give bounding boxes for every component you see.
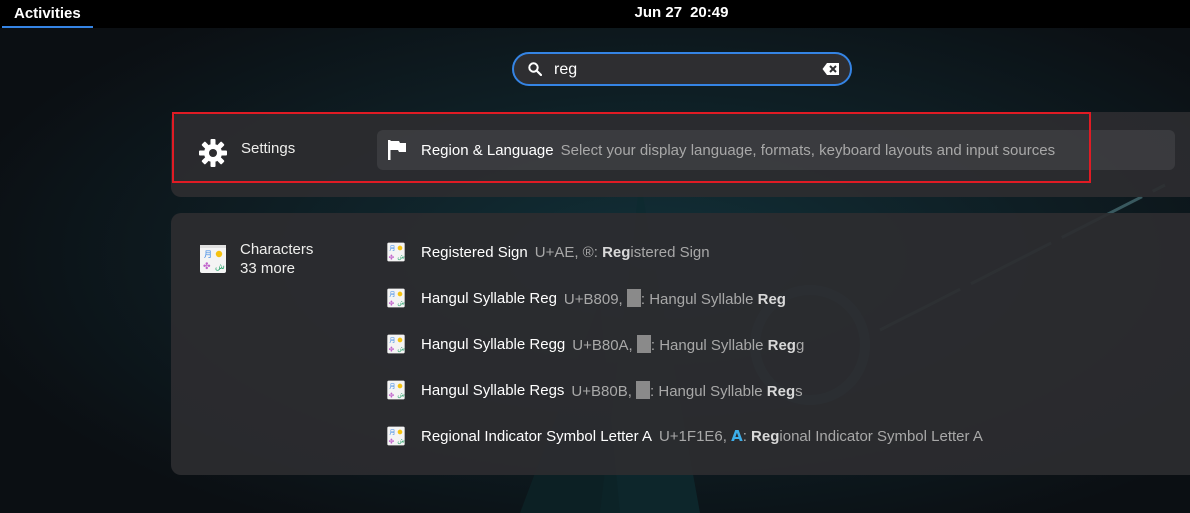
result-regional-indicator-a[interactable]: 月 ✤ ش Regional Indicator Symbol Letter A…	[386, 423, 983, 449]
result-title: Hangul Syllable Regs	[421, 381, 565, 399]
characters-app-icon: 月 ✤ ش	[387, 242, 405, 262]
svg-text:月: 月	[389, 430, 395, 437]
svg-text:月: 月	[389, 384, 395, 391]
svg-text:ش: ش	[397, 438, 404, 445]
result-title: Regional Indicator Symbol Letter A	[421, 427, 652, 445]
svg-text:ش: ش	[215, 262, 225, 271]
desktop-overview: Activities Jun 27 20:49 reg Settings Reg…	[0, 0, 1190, 513]
svg-text:月: 月	[204, 250, 212, 259]
result-hangul-regs[interactable]: 月 ✤ ش Hangul Syllable Regs U+B80B, : Han…	[386, 377, 803, 403]
result-description: U+AE, ®: Registered Sign	[534, 243, 710, 261]
result-description: U+B80A, : Hangul Syllable Regg	[572, 334, 805, 354]
svg-text:✤: ✤	[389, 345, 395, 353]
missing-glyph-box	[636, 334, 651, 353]
svg-text:ش: ش	[397, 346, 404, 353]
regional-indicator-glyph: A	[731, 427, 743, 445]
svg-text:ش: ش	[397, 254, 404, 261]
svg-text:月: 月	[389, 338, 395, 345]
svg-text:月: 月	[389, 292, 395, 299]
provider-name-characters: Characters	[240, 241, 314, 258]
missing-glyph-box	[626, 288, 641, 307]
svg-text:✤: ✤	[203, 262, 211, 272]
characters-app-icon: 月 ✤ ش	[387, 380, 405, 400]
clear-text-icon[interactable]	[822, 62, 840, 76]
clock-date: Jun 27	[634, 4, 683, 21]
result-description: U+1F1E6, A: Regional Indicator Symbol Le…	[658, 427, 983, 445]
highlight-annotation	[172, 112, 1091, 183]
svg-text:✤: ✤	[389, 253, 395, 261]
clock[interactable]: Jun 27 20:49	[0, 4, 1190, 21]
svg-text:ش: ش	[397, 300, 404, 307]
result-title: Registered Sign	[421, 243, 528, 261]
clock-time: 20:49	[690, 4, 729, 21]
search-input[interactable]	[554, 60, 814, 80]
result-title: Hangul Syllable Regg	[421, 335, 566, 353]
result-registered-sign[interactable]: 月 ✤ ش Registered Sign U+AE, ®: Registere…	[386, 239, 710, 265]
result-hangul-reg[interactable]: 月 ✤ ش Hangul Syllable Reg U+B809, : Hang…	[386, 285, 786, 311]
characters-app-icon: 月 ✤ ش	[387, 426, 405, 446]
result-description: U+B809, : Hangul Syllable Reg	[563, 288, 786, 308]
more-results-count[interactable]: 33 more	[240, 259, 313, 278]
characters-app-icon: 月 ✤ ش	[387, 288, 405, 308]
svg-text:✤: ✤	[389, 391, 395, 399]
svg-text:✤: ✤	[389, 299, 395, 307]
missing-glyph-box	[636, 380, 651, 399]
svg-text:✤: ✤	[389, 437, 395, 445]
characters-app-icon: 月 ✤ ش	[200, 245, 226, 273]
result-title: Hangul Syllable Reg	[421, 289, 557, 307]
characters-provider[interactable]: 月 ✤ ش Characters 33 more	[199, 240, 313, 278]
result-hangul-regg[interactable]: 月 ✤ ش Hangul Syllable Regg U+B80A, : Han…	[386, 331, 804, 357]
svg-text:ش: ش	[397, 392, 404, 399]
svg-text:月: 月	[389, 246, 395, 253]
search-icon	[528, 62, 542, 76]
top-bar: Activities Jun 27 20:49	[0, 0, 1190, 28]
result-description: U+B80B, : Hangul Syllable Regs	[571, 380, 803, 400]
search-entry[interactable]	[512, 52, 852, 86]
characters-app-icon: 月 ✤ ش	[387, 334, 405, 354]
